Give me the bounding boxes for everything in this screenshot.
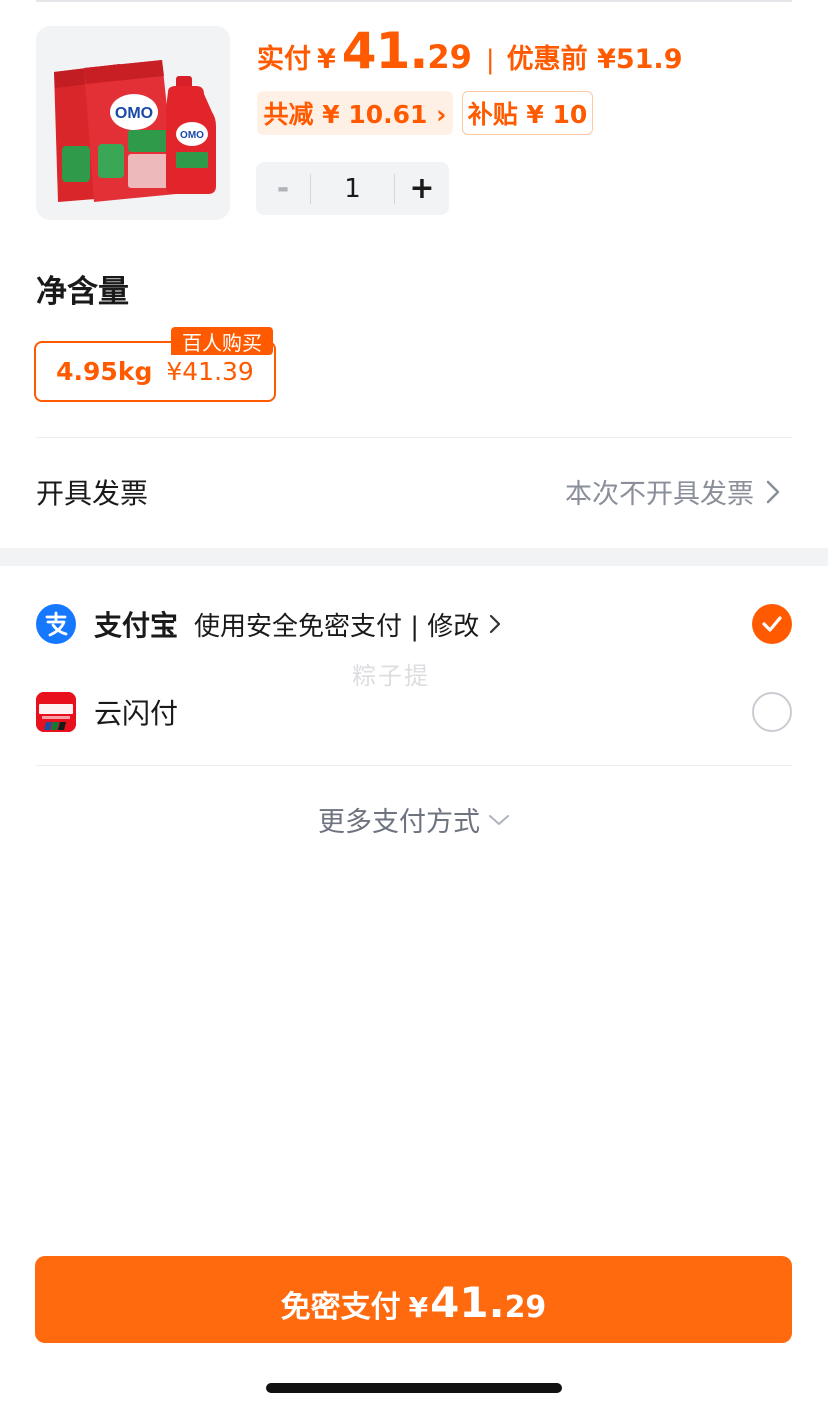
pay-button-currency: ¥ xyxy=(408,1291,429,1324)
divider xyxy=(36,765,792,766)
subsidy-chip: 补贴 ¥ 10 xyxy=(462,91,593,135)
spec-title: 净含量 xyxy=(36,274,129,310)
paid-decimal: 29 xyxy=(427,38,472,76)
price-row: 实付 ¥ 41. 29 | 优惠前 ¥51.9 xyxy=(257,22,682,92)
paid-integer: 41. xyxy=(341,22,429,80)
unionpay-radio[interactable] xyxy=(752,692,792,732)
alipay-icon xyxy=(36,604,76,644)
pay-button[interactable]: 免密支付 ¥ 41. 29 xyxy=(35,1256,792,1343)
check-icon xyxy=(762,616,782,632)
more-payment-label: 更多支付方式 xyxy=(318,807,480,838)
decrease-button[interactable]: - xyxy=(256,171,310,206)
quantity-value[interactable]: 1 xyxy=(311,174,394,204)
brand-logo-text: OMO xyxy=(115,105,153,122)
divider xyxy=(36,437,792,438)
invoice-value: 本次不开具发票 xyxy=(565,479,754,510)
paid-currency: ¥ xyxy=(317,44,336,75)
chevron-right-icon xyxy=(766,480,780,503)
invoice-label: 开具发票 xyxy=(36,477,149,510)
unionpay-icon xyxy=(36,692,76,732)
invoice-selector[interactable]: 本次不开具发票 xyxy=(565,472,780,511)
chevron-right-icon xyxy=(490,614,501,634)
chevron-down-icon xyxy=(489,814,509,825)
svg-text:OMO: OMO xyxy=(180,130,204,141)
pay-button-label: 免密支付 xyxy=(280,1290,401,1325)
quantity-stepper: - 1 + xyxy=(256,162,449,215)
section-gap xyxy=(0,548,828,566)
detergent-image: OMO OMO xyxy=(54,60,216,202)
alipay-radio-selected[interactable] xyxy=(752,604,792,644)
spec-badge: 百人购买 xyxy=(171,327,273,355)
increase-button[interactable]: + xyxy=(395,171,449,206)
more-payment-methods[interactable]: 更多支付方式 xyxy=(0,800,828,839)
alipay-name: 支付宝 xyxy=(94,609,179,642)
alipay-desc-text: 使用安全免密支付 | 修改 xyxy=(194,611,480,642)
pay-button-amount-decimal: 29 xyxy=(504,1290,547,1325)
home-indicator[interactable] xyxy=(266,1383,562,1393)
unionpay-name: 云闪付 xyxy=(94,697,179,730)
paid-label: 实付 xyxy=(257,44,311,75)
spec-option-weight: 4.95kg xyxy=(56,357,153,386)
pay-button-amount-integer: 41. xyxy=(430,1278,505,1327)
alipay-description[interactable]: 使用安全免密支付 | 修改 xyxy=(194,606,501,643)
top-divider xyxy=(36,0,792,2)
spec-option-price: ¥41.39 xyxy=(166,357,254,386)
original-price: 优惠前 ¥51.9 xyxy=(506,44,683,75)
payment-option-unionpay[interactable]: 云闪付 xyxy=(36,687,792,737)
discount-chip[interactable]: 共减 ¥ 10.61 › xyxy=(257,91,453,135)
payment-option-alipay[interactable]: 支付宝 使用安全免密支付 | 修改 xyxy=(36,599,792,649)
price-separator: | xyxy=(485,45,495,75)
product-image[interactable]: OMO OMO xyxy=(36,26,230,220)
watermark: 粽子提 xyxy=(352,662,430,690)
